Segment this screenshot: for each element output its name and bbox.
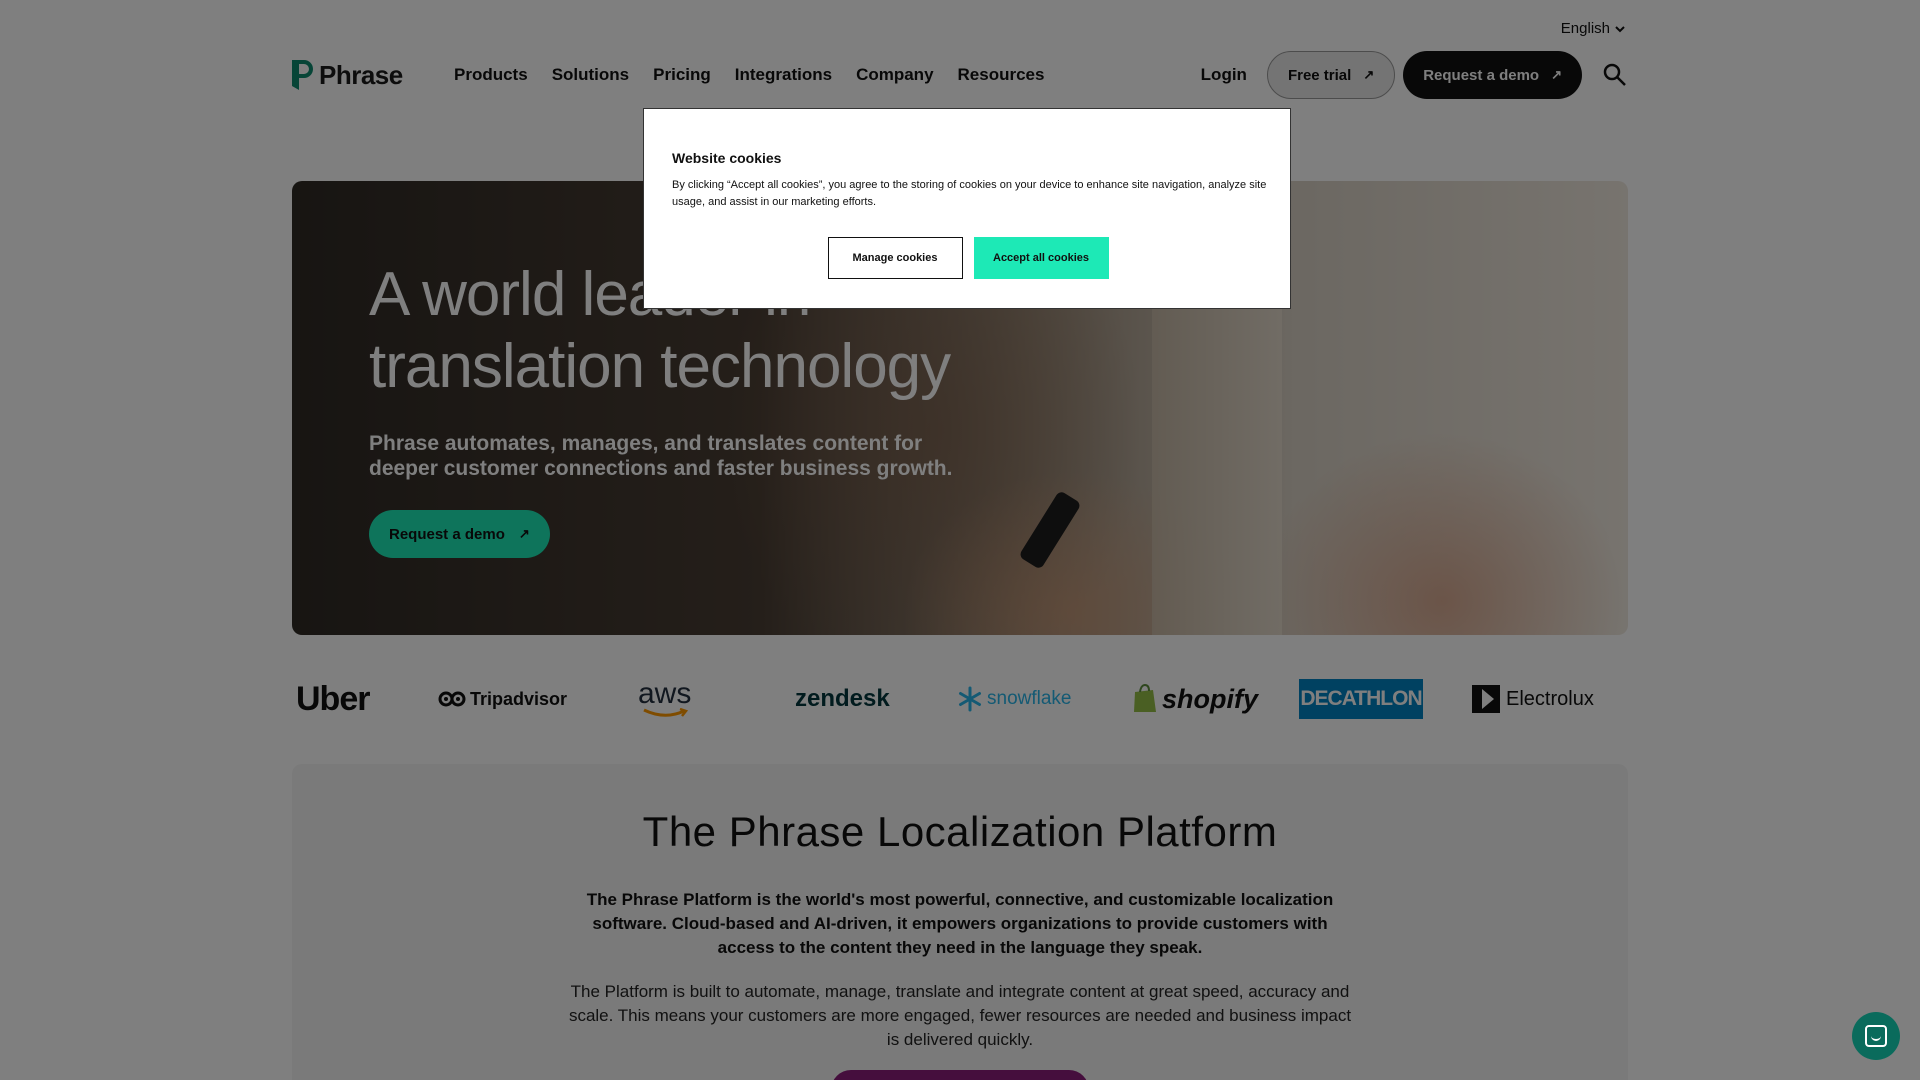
manage-cookies-button[interactable]: Manage cookies [827,237,963,279]
accept-all-cookies-button[interactable]: Accept all cookies [973,237,1109,279]
cookie-dialog-text: By clicking “Accept all cookies”, you ag… [672,179,1267,208]
cookie-dialog: Website cookies By clicking “Accept all … [643,108,1291,309]
chat-icon [1865,1025,1887,1047]
chat-launcher-button[interactable] [1852,1012,1900,1060]
cookie-dialog-actions: Manage cookies Accept all cookies [644,237,1292,279]
cookie-dialog-title: Website cookies [672,150,782,166]
